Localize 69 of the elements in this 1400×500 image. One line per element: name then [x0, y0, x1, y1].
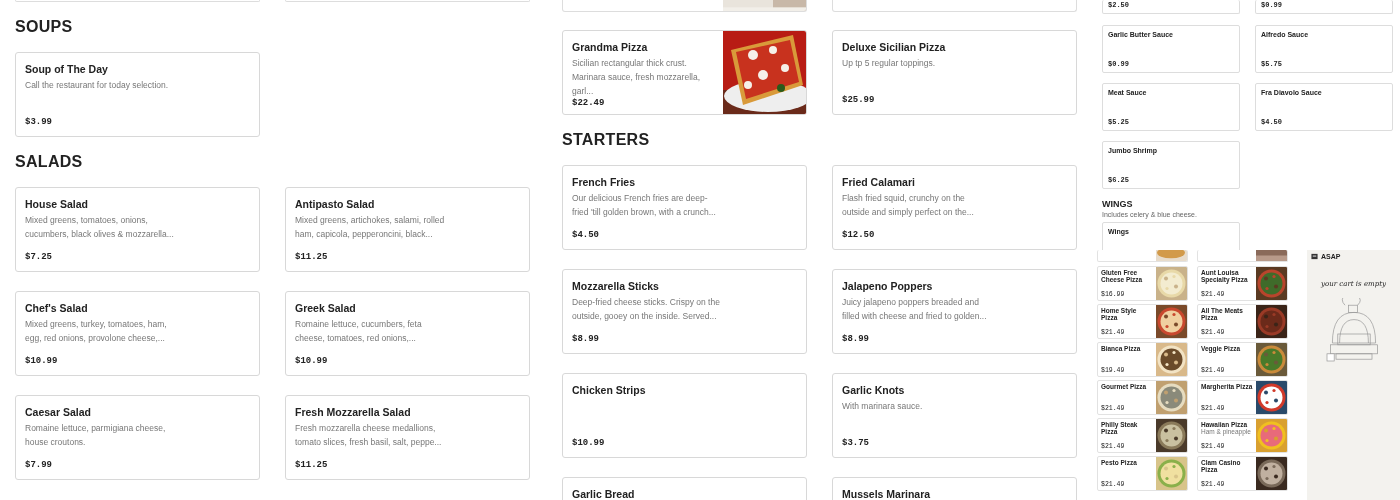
menu-item-card[interactable]: Grandma Pizza Sicilian rectangular thick crust. Marinara sauce, fresh mozzarella, garl... $22.49 [562, 30, 807, 115]
store-icon [1311, 253, 1318, 260]
item-name: Grandma Pizza [572, 41, 649, 54]
item-description: Call the restaurant for today selection. [25, 79, 170, 92]
item-price: $8.99 [842, 334, 870, 344]
item-name: Mussels Marinara [842, 488, 932, 500]
item-name: House Salad [25, 198, 90, 211]
section-heading: STARTERS [562, 130, 651, 150]
item-description: Up tp 5 regular toppings. [842, 57, 937, 70]
menu-item-card[interactable]: Deluxe Sicilian Pizza Up tp 5 regular toppings. $25.99 [832, 30, 1077, 115]
menu-item-card[interactable]: Fresh Mozzarella Salad Fresh mozzarella cheese medallions, tomato slices, fresh basil, salt, peppe... $11.25 [285, 395, 530, 480]
menu-item-card[interactable]: Mozzarella Sticks Deep-fried cheese sticks. Crispy on the outside, gooey on the inside. Served... $8.99 [562, 269, 807, 354]
item-description: Romaine lettuce, cucumbers, feta cheese, tomatoes, red onions,... [295, 318, 423, 345]
item-description: Fresh mozzarella cheese medallions, tomato slices, fresh basil, salt, peppe... [295, 422, 443, 449]
item-name: Mozzarella Sticks [572, 280, 660, 293]
item-price: $12.50 [842, 230, 876, 240]
menu-item-card[interactable]: Jalapeno Poppers Juicy jalapeno poppers breaded and filled with cheese and fried to golden... $8.99 [832, 269, 1077, 354]
item-price: $3.75 [842, 438, 870, 448]
item-name: Chef's Salad [25, 302, 89, 315]
item-name: Deluxe Sicilian Pizza [842, 41, 947, 54]
item-price: $25.99 [842, 95, 876, 105]
menu-item-card[interactable]: Antipasto Salad Mixed greens, artichokes, salami, rolled ham, capicola, pepperoncini, black... $11.25 [285, 187, 530, 272]
item-name: Garlic Bread [572, 488, 636, 500]
item-price: $22.49 [572, 98, 606, 108]
item-description: Juicy jalapeno poppers breaded and filled with cheese and fried to golden... [842, 296, 988, 323]
section-heading: SOUPS [15, 17, 74, 37]
item-name: Caesar Salad [25, 406, 92, 419]
item-description: Our delicious French fries are deep-fried 'till golden brown, with a crunch... [572, 192, 717, 219]
item-price: $10.99 [572, 438, 606, 448]
section-heading: SALADS [15, 152, 84, 172]
item-description: Flash fried squid, crunchy on the outside and simply perfect on the... [842, 192, 975, 219]
menu-item-card[interactable]: Garlic Knots With marinara sauce. $3.75 [832, 373, 1077, 458]
item-price: $11.25 [295, 252, 329, 262]
item-description: Mixed greens, turkey, tomatoes, ham, egg, red onions, provolone cheese,... [25, 318, 168, 345]
item-price: $10.99 [295, 356, 329, 366]
item-description: Sicilian rectangular thick crust. Marinara sauce, fresh mozzarella, garl... [572, 57, 702, 98]
item-name: Fried Calamari [842, 176, 916, 189]
item-description: Mixed greens, tomatoes, onions, cucumbers, black olives & mozzarella... [25, 214, 175, 241]
menu-item-card[interactable]: French Fries Our delicious French fries are deep-fried 'till golden brown, with a crunch... $4.50 [562, 165, 807, 250]
item-name: Chicken Strips [572, 384, 647, 397]
item-name: French Fries [572, 176, 637, 189]
item-description: With marinara sauce. [842, 400, 924, 413]
item-price: $7.99 [25, 460, 53, 470]
menu-item-card[interactable]: Caesar Salad Romaine lettuce, parmigiana cheese, house croutons. $7.99 [15, 395, 260, 480]
menu-item-card[interactable]: House Salad Mixed greens, tomatoes, onions, cucumbers, black olives & mozzarella... $7.25 [15, 187, 260, 272]
menu-item-card[interactable]: Greek Salad Romaine lettuce, cucumbers, feta cheese, tomatoes, red onions,... $10.99 [285, 291, 530, 376]
item-description: Deep-fried cheese sticks. Crispy on the outside, gooey on the inside. Served... [572, 296, 721, 323]
menu-item-card[interactable]: Garlic Bread [562, 477, 807, 500]
menu-item-card[interactable]: Fried Calamari Flash fried squid, crunchy on the outside and simply perfect on the... $12.50 [832, 165, 1077, 250]
menu-item-card[interactable]: Mussels Marinara [832, 477, 1077, 500]
item-description: Romaine lettuce, parmigiana cheese, house croutons. [25, 422, 167, 449]
item-name: Soup of The Day [25, 63, 109, 76]
menu-item-card[interactable]: Chef's Salad Mixed greens, turkey, tomatoes, ham, egg, red onions, provolone cheese,... $10.99 [15, 291, 260, 376]
item-description: Mixed greens, artichokes, salami, rolled ham, capicola, pepperoncini, black... [295, 214, 445, 241]
item-price: $3.99 [25, 117, 53, 127]
menu-item-card[interactable] [832, 0, 1077, 12]
item-name: Jalapeno Poppers [842, 280, 934, 293]
section-heading: WINGS [1102, 199, 1134, 209]
item-name: Garlic Knots [842, 384, 906, 397]
item-price: $10.99 [25, 356, 59, 366]
item-name: Antipasto Salad [295, 198, 376, 211]
item-price: $7.25 [25, 252, 53, 262]
item-price: $11.25 [295, 460, 329, 470]
item-name: Fresh Mozzarella Salad [295, 406, 412, 419]
menu-item-card[interactable]: Soup of The Day Call the restaurant for today selection. $3.99 [15, 52, 260, 137]
item-price: $4.50 [572, 230, 600, 240]
item-price: $8.99 [572, 334, 600, 344]
menu-item-card[interactable]: Chicken Strips $10.99 [562, 373, 807, 458]
item-name: Greek Salad [295, 302, 357, 315]
